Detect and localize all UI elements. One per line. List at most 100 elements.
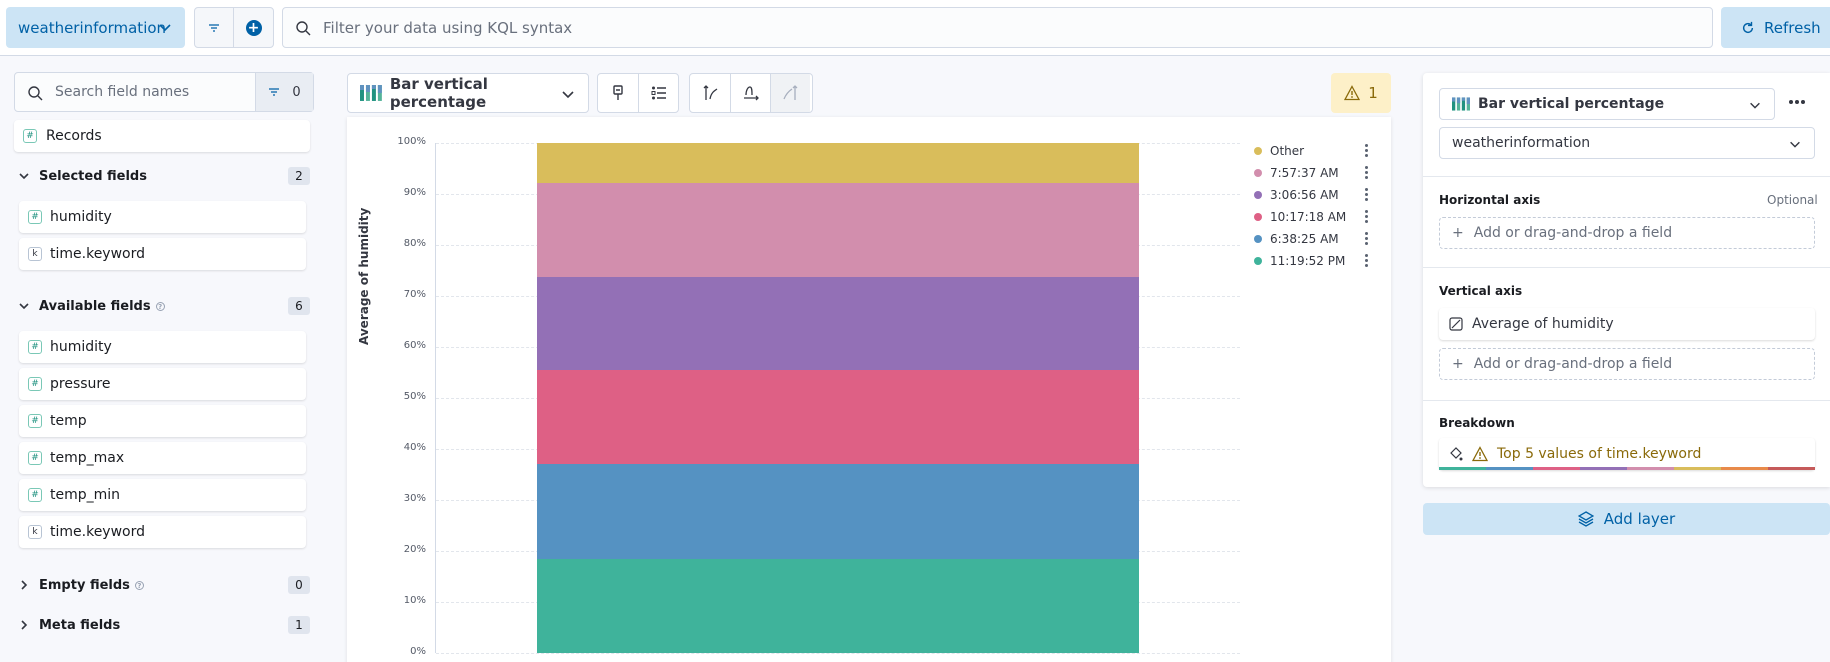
records-label: Records (46, 128, 102, 144)
selected-fields-toggle[interactable]: Selected fields 2 (18, 166, 310, 186)
field-search[interactable]: Search field names 0 (14, 72, 314, 112)
chevron-down-icon (159, 24, 171, 32)
selected-field-time-keyword[interactable]: k time.keyword (19, 238, 306, 270)
legend-color-swatch (1254, 235, 1262, 243)
available-field-temp-min[interactable]: # temp_min (19, 479, 306, 511)
plus-circle-icon: + (245, 19, 262, 36)
bar-segment[interactable] (537, 143, 1139, 183)
add-filter-button[interactable]: + (234, 8, 273, 47)
available-field-time-keyword[interactable]: k time.keyword (19, 516, 306, 548)
legend-item[interactable]: 6:38:25 AM (1254, 230, 1339, 248)
search-icon (28, 86, 43, 101)
available-fields-toggle[interactable]: Available fields ? 6 (18, 296, 310, 316)
y-tick-label: 70% (403, 289, 426, 300)
legend-item-actions-icon[interactable] (1365, 232, 1369, 247)
appearance-toolbar (597, 73, 679, 113)
list-icon (651, 86, 666, 100)
bar-segment[interactable] (537, 182, 1139, 277)
breakdown-dimension[interactable]: Top 5 values of time.keyword (1439, 438, 1815, 470)
filter-icon (209, 23, 219, 32)
legend-options-button[interactable] (638, 74, 678, 112)
horizontal-axis-dropzone[interactable]: + Add or drag-and-drop a field (1439, 217, 1815, 249)
right-axis-button[interactable] (770, 74, 810, 112)
legend-item-actions-icon[interactable] (1365, 144, 1369, 159)
optional-label: Optional (1767, 193, 1818, 207)
bar-segment[interactable] (537, 464, 1139, 559)
legend-item[interactable]: 3:06:56 AM (1254, 186, 1339, 204)
legend-item[interactable]: 10:17:18 AM (1254, 208, 1346, 226)
bottom-axis-button[interactable] (730, 74, 770, 112)
chart-type-selector[interactable]: Bar vertical percentage (347, 73, 589, 113)
legend-item[interactable]: Other (1254, 142, 1304, 160)
empty-fields-title: Empty fields (39, 577, 130, 593)
layer-chart-type-selector[interactable]: Bar vertical percentage (1439, 88, 1775, 120)
available-fields-count: 6 (288, 297, 310, 315)
gridline (436, 653, 1240, 654)
legend-item-actions-icon[interactable] (1365, 254, 1369, 269)
left-axis-button[interactable] (690, 74, 730, 112)
available-fields-title: Available fields (39, 298, 151, 314)
meta-fields-toggle[interactable]: Meta fields 1 (18, 615, 310, 635)
chevron-down-icon (19, 173, 29, 180)
warnings-count: 1 (1368, 84, 1378, 102)
y-tick-label: 0% (410, 646, 426, 657)
legend-item-actions-icon[interactable] (1365, 188, 1369, 203)
legend-item[interactable]: 7:57:37 AM (1254, 164, 1339, 182)
bar-segment[interactable] (537, 276, 1139, 371)
y-tick-label: 30% (403, 493, 426, 504)
selected-fields-title: Selected fields (39, 168, 147, 184)
available-field-temp[interactable]: # temp (19, 405, 306, 437)
bar-chart-icon (1452, 97, 1470, 111)
filter-buttons: + (194, 7, 274, 48)
bar-segment[interactable] (537, 558, 1139, 653)
chevron-right-icon (21, 620, 28, 630)
chart-type-label: Bar vertical percentage (389, 75, 488, 111)
layer-actions-menu-icon[interactable] (1789, 100, 1805, 104)
selected-fields-count: 2 (288, 167, 310, 185)
empty-fields-count: 0 (288, 576, 310, 594)
axis-toolbar (689, 73, 813, 113)
plus-icon: + (1452, 356, 1464, 372)
visual-options-button[interactable] (598, 74, 638, 112)
refresh-button[interactable]: Refresh (1721, 7, 1830, 48)
color-palette-strip (1439, 467, 1815, 470)
kql-query-input[interactable]: Filter your data using KQL syntax (282, 7, 1713, 48)
legend-label: 7:57:37 AM (1270, 166, 1339, 180)
available-field-humidity[interactable]: # humidity (19, 331, 306, 363)
add-layer-button[interactable]: Add layer (1423, 503, 1830, 535)
filter-menu-button[interactable] (195, 8, 235, 47)
vertical-axis-dimension[interactable]: Average of humidity (1439, 308, 1815, 340)
empty-fields-toggle[interactable]: Empty fields ? 0 (18, 575, 310, 595)
breakdown-value: Top 5 values of time.keyword (1497, 446, 1702, 462)
chevron-down-icon (19, 303, 29, 310)
records-field[interactable]: # Records (14, 120, 310, 152)
legend-item[interactable]: 11:19:52 PM (1254, 252, 1345, 270)
available-field-pressure[interactable]: # pressure (19, 368, 306, 400)
number-type-icon: # (23, 129, 37, 143)
chevron-down-icon (1750, 102, 1760, 109)
dataview-picker[interactable]: weatherinformation (6, 7, 185, 48)
y-tick-label: 10% (403, 595, 426, 606)
available-field-temp-max[interactable]: # temp_max (19, 442, 306, 474)
chevron-down-icon (562, 91, 574, 99)
datasource-selector[interactable]: weatherinformation (1439, 127, 1815, 159)
add-layer-label: Add layer (1603, 510, 1676, 528)
vertical-axis-dropzone[interactable]: + Add or drag-and-drop a field (1439, 348, 1815, 380)
bar-segment[interactable] (537, 370, 1139, 465)
dataview-label: weatherinformation (18, 18, 167, 37)
selected-field-humidity[interactable]: # humidity (19, 201, 306, 233)
legend-item-actions-icon[interactable] (1365, 166, 1369, 181)
warnings-button[interactable]: 1 (1331, 73, 1391, 113)
field-type-filter-button[interactable]: 0 (255, 73, 313, 111)
filter-count: 0 (292, 84, 301, 100)
right-axis-icon (782, 85, 797, 100)
refresh-label: Refresh (1764, 18, 1821, 37)
legend-item-actions-icon[interactable] (1365, 210, 1369, 225)
field-label: temp_max (50, 450, 125, 466)
bottom-axis-icon (743, 86, 759, 101)
help-icon[interactable]: ? (134, 580, 144, 590)
help-icon[interactable]: ? (155, 301, 165, 311)
legend-label: 3:06:56 AM (1270, 188, 1339, 202)
top-bar: weatherinformation + Filter your data us… (0, 0, 1830, 56)
y-tick-label: 40% (403, 442, 426, 453)
